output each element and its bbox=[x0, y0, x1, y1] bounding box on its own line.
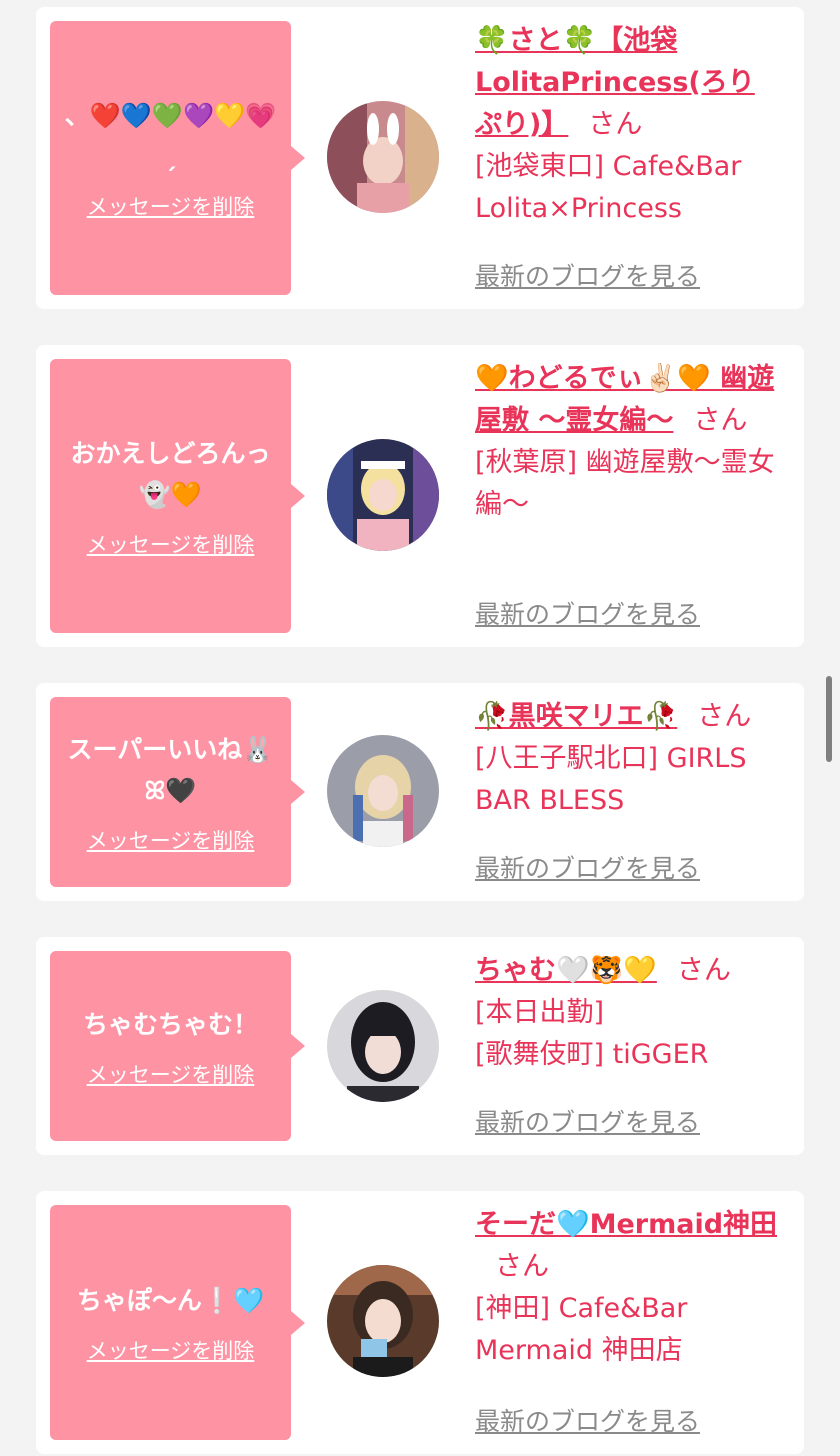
honorific: さん bbox=[588, 109, 643, 140]
message-card: スーパーいいね🐰ꕤ🖤 メッセージを削除 🥀黒咲マリエ🥀 さん [八王子駅北口] G… bbox=[36, 683, 804, 901]
delete-message-link[interactable]: メッセージを削除 bbox=[87, 1335, 255, 1365]
message-card: おかえしどろんっ👻🧡 メッセージを削除 🧡わどるでぃ✌🏻🧡 幽遊屋敷 〜霊女編〜… bbox=[36, 345, 804, 647]
scrollbar[interactable] bbox=[826, 676, 832, 762]
message-text: ちゃぽ〜ん❕🩵 bbox=[76, 1286, 265, 1315]
message-text: おかえしどろんっ👻🧡 bbox=[70, 439, 271, 509]
avatar[interactable] bbox=[327, 101, 439, 213]
shop-name: [八王子駅北口] GIRLS BAR BLESS bbox=[475, 743, 747, 816]
message-text: 、❤️💙💚💜💛💗ˏ bbox=[64, 101, 277, 171]
avatar[interactable] bbox=[327, 990, 439, 1102]
delete-message-link[interactable]: メッセージを削除 bbox=[87, 529, 255, 559]
message-card: ちゃぽ〜ん❕🩵 メッセージを削除 そーだ🩵Mermaid神田さん [神田] Ca… bbox=[36, 1191, 804, 1454]
cast-name-link[interactable]: ちゃむ🤍🐯💛 bbox=[475, 955, 657, 986]
avatar[interactable] bbox=[327, 1265, 439, 1377]
message-card: ちゃむちゃむ！ メッセージを削除 ちゃむ🤍🐯💛 さん [本日出勤] [歌舞伎町] … bbox=[36, 937, 804, 1155]
honorific: さん bbox=[693, 405, 748, 436]
cast-info: 🍀さと🍀【池袋LolitaPrincess(ろりぷり)】 さん [池袋東口] Ca… bbox=[475, 20, 780, 230]
shop-name: [歌舞伎町] tiGGER bbox=[475, 1039, 709, 1070]
latest-blog-link[interactable]: 最新のブログを見る bbox=[475, 849, 700, 885]
latest-blog-link[interactable]: 最新のブログを見る bbox=[475, 1103, 700, 1139]
latest-blog-link[interactable]: 最新のブログを見る bbox=[475, 1402, 700, 1438]
shop-name: [秋葉原] 幽遊屋敷〜霊女編〜 bbox=[475, 447, 775, 520]
cast-name-link[interactable]: そーだ🩵Mermaid神田 bbox=[475, 1209, 777, 1240]
delete-message-link[interactable]: メッセージを削除 bbox=[87, 191, 255, 221]
honorific: さん bbox=[697, 701, 752, 732]
message-bubble: おかえしどろんっ👻🧡 メッセージを削除 bbox=[50, 359, 305, 633]
cast-info: 🧡わどるでぃ✌🏻🧡 幽遊屋敷 〜霊女編〜 さん [秋葉原] 幽遊屋敷〜霊女編〜 bbox=[475, 358, 780, 526]
cast-info: ちゃむ🤍🐯💛 さん [本日出勤] [歌舞伎町] tiGGER bbox=[475, 950, 780, 1076]
cast-name-link[interactable]: 🥀黒咲マリエ🥀 bbox=[475, 701, 677, 732]
shop-name: [神田] Cafe&Bar Mermaid 神田店 bbox=[475, 1293, 688, 1366]
shop-name: [池袋東口] Cafe&Bar Lolita×Princess bbox=[475, 151, 742, 224]
avatar[interactable] bbox=[327, 439, 439, 551]
work-status: [本日出勤] bbox=[475, 997, 605, 1028]
message-bubble: 、❤️💙💚💜💛💗ˏ メッセージを削除 bbox=[50, 21, 305, 295]
message-bubble: スーパーいいね🐰ꕤ🖤 メッセージを削除 bbox=[50, 697, 305, 887]
avatar[interactable] bbox=[327, 735, 439, 847]
honorific: さん bbox=[676, 955, 731, 986]
message-bubble: ちゃむちゃむ！ メッセージを削除 bbox=[50, 951, 305, 1141]
delete-message-link[interactable]: メッセージを削除 bbox=[87, 1059, 255, 1089]
latest-blog-link[interactable]: 最新のブログを見る bbox=[475, 257, 700, 293]
latest-blog-link[interactable]: 最新のブログを見る bbox=[475, 595, 700, 631]
message-text: スーパーいいね🐰ꕤ🖤 bbox=[67, 735, 274, 805]
message-bubble: ちゃぽ〜ん❕🩵 メッセージを削除 bbox=[50, 1205, 305, 1440]
honorific: さん bbox=[495, 1251, 549, 1282]
message-text: ちゃむちゃむ！ bbox=[82, 1009, 258, 1039]
message-card: 、❤️💙💚💜💛💗ˏ メッセージを削除 🍀さと🍀【池袋LolitaPrincess… bbox=[36, 7, 804, 309]
cast-info: 🥀黒咲マリエ🥀 さん [八王子駅北口] GIRLS BAR BLESS bbox=[475, 696, 780, 822]
delete-message-link[interactable]: メッセージを削除 bbox=[87, 825, 255, 855]
cast-info: そーだ🩵Mermaid神田さん [神田] Cafe&Bar Mermaid 神田… bbox=[475, 1204, 780, 1372]
